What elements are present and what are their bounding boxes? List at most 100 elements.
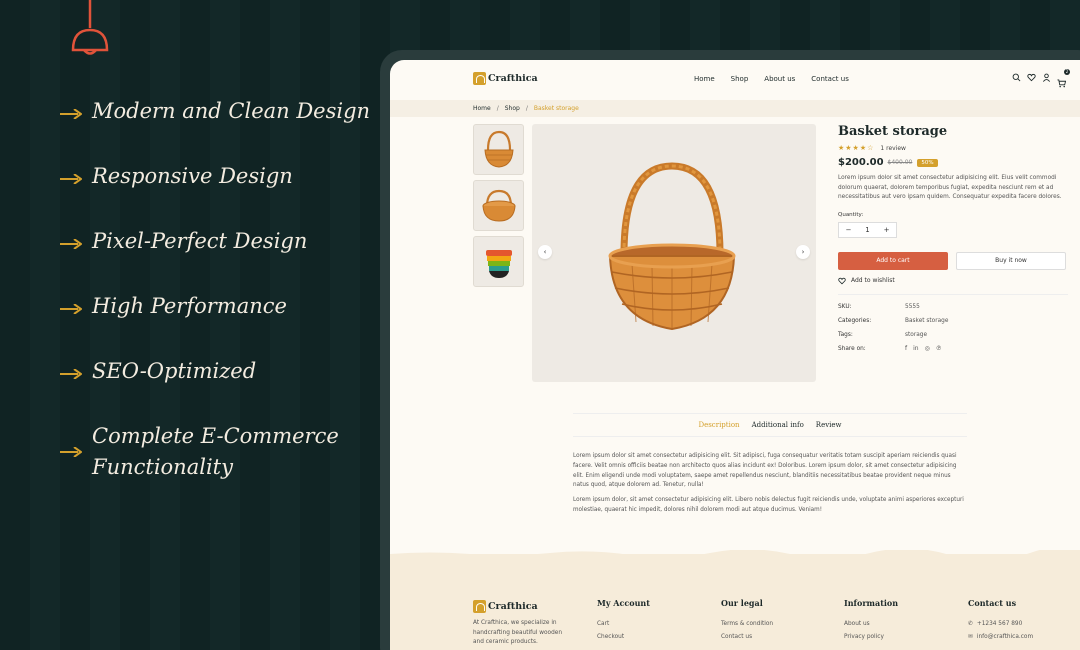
footer-heading: My Account <box>597 598 650 608</box>
add-to-wishlist-button[interactable]: Add to wishlist <box>838 277 1068 285</box>
product-page-screen: Crafthica Home Shop About us Contact us … <box>390 60 1080 650</box>
feature-item: Responsive Design <box>60 161 380 197</box>
next-image-button[interactable]: › <box>796 245 810 259</box>
arrow-icon <box>60 226 82 262</box>
star-rating: ★★★★☆ <box>838 144 875 152</box>
tab-additional-info[interactable]: Additional info <box>752 421 804 429</box>
tab-description[interactable]: Description <box>698 421 739 429</box>
linkedin-icon[interactable]: in <box>913 345 918 352</box>
email-text: info@crafthica.com <box>976 634 1034 640</box>
logo-text: Crafthica <box>488 601 538 612</box>
price-row: $200.00 $400.00 50% <box>838 157 1068 168</box>
add-to-cart-button[interactable]: Add to cart <box>838 251 948 270</box>
menu-item-contact[interactable]: Contact us <box>811 75 849 83</box>
feature-item: Pixel-Perfect Design <box>60 226 380 262</box>
description-paragraph: Lorem ipsum dolor sit amet consectetur a… <box>573 453 957 489</box>
footer-logo[interactable]: Crafthica <box>473 600 538 613</box>
quantity-stepper: − 1 + <box>838 221 897 238</box>
cart-icon <box>1057 79 1067 88</box>
breadcrumb-shop[interactable]: Shop <box>505 105 520 112</box>
logo-mark-icon <box>473 72 486 85</box>
feature-text: Modern and Clean Design <box>92 99 371 123</box>
meta-row-categories: Categories: Basket storage <box>838 314 1068 328</box>
footer-col-information: Information About us Privacy policy <box>844 598 898 647</box>
menu-item-home[interactable]: Home <box>694 75 715 83</box>
feature-list: Modern and Clean Design Responsive Desig… <box>60 96 380 512</box>
footer-torn-edge <box>390 550 1080 558</box>
basket-top-image <box>482 189 515 222</box>
footer-col-contact: Contact us ✆ +1234 567 890 ✉ info@crafth… <box>968 598 1033 647</box>
cart-button[interactable]: 2 <box>1057 69 1070 88</box>
product-info: Basket storage ★★★★☆ 1 review $200.00 $4… <box>838 124 1068 356</box>
feature-text: High Performance <box>92 294 287 318</box>
arrow-icon <box>60 161 82 197</box>
current-price: $200.00 <box>838 157 884 168</box>
thumbnail-basket-top[interactable] <box>473 180 524 231</box>
arrow-icon <box>60 291 82 327</box>
quantity-decrease-button[interactable]: − <box>839 223 858 237</box>
feature-item: Complete E-Commerce Functionality <box>60 421 380 483</box>
tab-review[interactable]: Review <box>816 421 842 429</box>
footer-link-contact[interactable]: Contact us <box>721 634 773 640</box>
footer-link-checkout[interactable]: Checkout <box>597 634 650 640</box>
basket-image <box>608 162 736 331</box>
logo-text: Crafthica <box>488 73 538 84</box>
rating-row: ★★★★☆ 1 review <box>838 144 1068 152</box>
phone-text: +1234 567 890 <box>976 621 1023 627</box>
buy-now-button[interactable]: Buy it now <box>956 251 1066 270</box>
search-icon[interactable] <box>1012 73 1021 82</box>
footer-link-privacy[interactable]: Privacy policy <box>844 634 898 640</box>
bowls-image <box>485 249 512 278</box>
meta-key: Tags: <box>838 331 853 338</box>
feature-item: High Performance <box>60 291 380 327</box>
dribbble-icon[interactable]: ◎ <box>925 345 930 352</box>
meta-key: Categories: <box>838 317 872 324</box>
footer-phone[interactable]: ✆ +1234 567 890 <box>968 621 1033 627</box>
quantity-increase-button[interactable]: + <box>877 223 896 237</box>
menu-item-shop[interactable]: Shop <box>731 75 749 83</box>
menu-item-about[interactable]: About us <box>764 75 795 83</box>
pinterest-icon[interactable]: ℗ <box>936 345 942 352</box>
basket-image <box>483 130 514 168</box>
main-menu: Home Shop About us Contact us <box>694 75 849 83</box>
prev-image-button[interactable]: ‹ <box>538 245 552 259</box>
original-price: $400.00 <box>887 159 913 166</box>
footer-about: At Crafthica, we specialize in handcraft… <box>473 620 562 645</box>
feature-item: SEO-Optimized <box>60 356 380 392</box>
wishlist-label: Add to wishlist <box>851 277 895 284</box>
facebook-icon[interactable]: f <box>905 345 907 352</box>
description-paragraph: Lorem ipsum dolor, sit amet consectetur … <box>573 497 964 513</box>
header-icons: 2 <box>1012 69 1070 88</box>
heart-icon[interactable] <box>1027 73 1036 82</box>
purchase-buttons: Add to cart Buy it now <box>838 251 1068 270</box>
footer-col-legal: Our legal Terms & condition Contact us <box>721 598 773 647</box>
footer-heading: Contact us <box>968 598 1017 608</box>
quantity-input[interactable]: 1 <box>858 223 877 237</box>
arrow-icon <box>60 96 82 132</box>
product-description: Lorem ipsum dolor sit amet consectetur a… <box>838 175 1062 200</box>
thumbnail-bowls[interactable] <box>473 236 524 287</box>
product-tabs: Description Additional info Review <box>573 413 967 437</box>
breadcrumb-home[interactable]: Home <box>473 105 491 112</box>
footer-link-about[interactable]: About us <box>844 621 898 627</box>
site-footer: Crafthica At Crafthica, we specialize in… <box>390 550 1080 650</box>
product-main-image: ‹ › <box>532 124 816 382</box>
feature-text: Responsive Design <box>92 164 293 188</box>
thumbnail-gallery <box>473 124 524 292</box>
breadcrumb: Home / Shop / Basket storage <box>390 100 1080 117</box>
review-count[interactable]: 1 review <box>880 145 906 152</box>
meta-value[interactable]: Basket storage <box>905 318 948 324</box>
meta-value[interactable]: storage <box>905 332 927 338</box>
thumbnail-basket[interactable] <box>473 124 524 175</box>
chevron-left-icon: ‹ <box>543 248 547 256</box>
footer-col-my-account: My Account Cart Checkout <box>597 598 650 647</box>
footer-link-terms[interactable]: Terms & condition <box>721 621 773 627</box>
user-icon[interactable] <box>1042 73 1051 82</box>
site-logo[interactable]: Crafthica <box>473 72 538 85</box>
divider <box>838 293 1068 295</box>
arrow-icon <box>60 356 82 392</box>
footer-link-cart[interactable]: Cart <box>597 621 650 627</box>
product-meta: SKU: 5555 Categories: Basket storage Tag… <box>838 300 1068 356</box>
footer-email[interactable]: ✉ info@crafthica.com <box>968 634 1033 640</box>
meta-row-sku: SKU: 5555 <box>838 300 1068 314</box>
